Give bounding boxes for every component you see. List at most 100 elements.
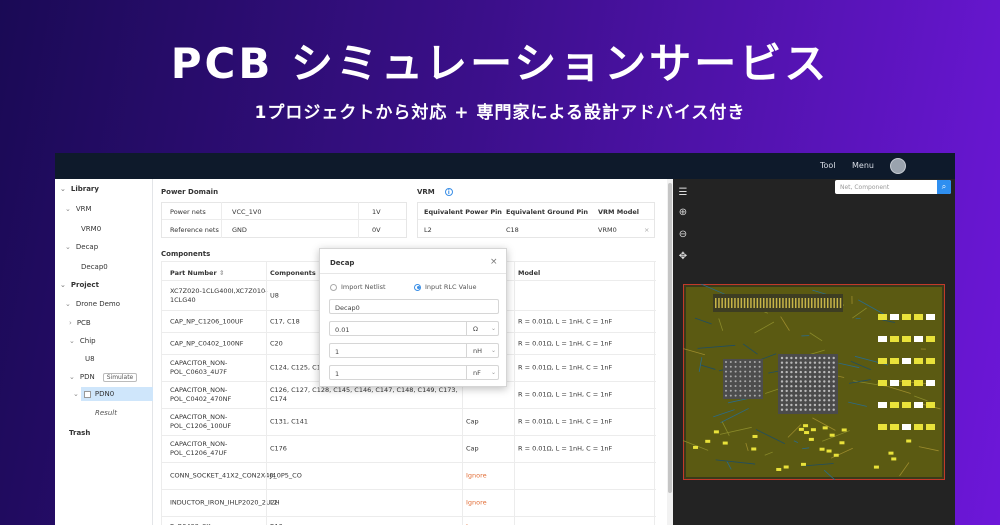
model-cell: R = 0.01Ω, L = 1nH, C = 1nF <box>518 390 613 399</box>
chevron-down-icon: ⌄ <box>73 390 79 398</box>
vrm-header-model: VRM Model <box>598 208 639 216</box>
capacitance-input[interactable]: 1 nF ⌄ <box>329 365 499 380</box>
vrm-title: VRM i <box>417 188 453 196</box>
tree-u8[interactable]: U8 <box>85 355 95 363</box>
part-number-cell: CONN_SOCKET_41X2_CON2X40_0P5_CO <box>170 471 302 480</box>
power-nets-value[interactable]: VCC_1V0 <box>232 208 262 216</box>
chevron-down-icon: ⌄ <box>491 325 497 332</box>
tree-library[interactable]: ⌄ Library <box>60 185 99 193</box>
type-cell: Cap <box>466 444 479 453</box>
model-cell: R = 0.01Ω, L = 1nH, C = 1nF <box>518 417 613 426</box>
chevron-down-icon: ⌄ <box>65 243 71 251</box>
model-header: Model <box>518 269 541 277</box>
pan-icon[interactable]: ✥ <box>677 251 689 263</box>
part-number-cell: XC7Z020-1CLG400I,XC7Z010-1CLG40 <box>170 286 268 304</box>
vrm-header-ground: Equivalent Ground Pin <box>506 208 589 216</box>
chevron-down-icon: ⌄ <box>60 281 66 289</box>
scroll-thumb[interactable] <box>668 183 672 493</box>
tree-trash[interactable]: Trash <box>69 429 90 437</box>
info-icon[interactable]: i <box>444 188 453 196</box>
main-menu[interactable]: Menu <box>852 161 874 170</box>
part-number-header[interactable]: Part Number ⇕ <box>170 269 268 277</box>
app-window: Tool Menu ⌄ Library ⌄ VRM VRM0 ⌄ Decap Deca… <box>55 153 955 525</box>
table-row[interactable]: CONN_SOCKET_41X2_CON2X40_0P5_CO J4 Ignore <box>162 463 656 490</box>
simulate-button[interactable]: Simulate <box>102 373 138 382</box>
hero-title: PCB シミュレーションサービス <box>170 39 830 88</box>
part-number-cell: CAPACITOR_NON-POL_C0603_4U7F <box>170 359 228 376</box>
vrm-ground-pin[interactable]: C18 <box>506 226 519 234</box>
pdn0-checkbox[interactable] <box>83 390 91 398</box>
decap-name-input[interactable]: Decap0 <box>329 299 499 314</box>
menu-icon[interactable]: ☰ <box>677 187 689 199</box>
hero-subtitle: 1プロジェクトから対応 + 専門家による設計アドバイス付き <box>254 103 746 123</box>
reference-nets-voltage[interactable]: 0V <box>372 226 381 234</box>
power-domain-table: Power nets VCC_1V0 1V Reference nets GND… <box>161 202 407 238</box>
chevron-down-icon: ⌄ <box>491 347 497 354</box>
tree-project[interactable]: ⌄ Project <box>60 281 99 289</box>
power-nets-label: Power nets <box>170 208 206 216</box>
model-cell: R = 0.01Ω, L = 1nH, C = 1nF <box>518 339 613 347</box>
search-icon[interactable]: ⌕ <box>937 180 951 194</box>
vrm-model[interactable]: VRM0 <box>598 226 617 234</box>
tree-vrm[interactable]: ⌄ VRM <box>65 205 92 213</box>
resistance-input[interactable]: 0.01 Ω ⌄ <box>329 321 499 336</box>
power-nets-voltage[interactable]: 1V <box>372 208 381 216</box>
resistance-unit-select[interactable]: Ω ⌄ <box>466 322 499 335</box>
vrm-header-row: Equivalent Power Pin Equivalent Ground P… <box>418 203 654 220</box>
decap-dialog: Decap × Import Netlist Input RLC Value D… <box>319 248 507 387</box>
tree-result[interactable]: Result <box>95 409 117 417</box>
power-domain-title: Power Domain <box>161 188 219 196</box>
inductance-input[interactable]: 1 nH ⌄ <box>329 343 499 358</box>
table-row[interactable]: INDUCTOR_IRON_IHLP2020_2U2H L2 Ignore <box>162 490 656 517</box>
pcb-layout-image[interactable] <box>683 284 945 480</box>
dialog-title: Decap <box>330 259 355 267</box>
vrm-row: L2 C18 VRM0 × <box>418 221 654 238</box>
part-number-cell: CAP_NP_C0402_100NF <box>170 339 244 347</box>
tree-pdn0[interactable]: ⌄ PDN0 <box>73 390 114 398</box>
table-row[interactable]: R_R0402_3KR10Ignore <box>162 517 656 525</box>
tree-pdn[interactable]: ⌄ PDN Simulate <box>69 373 138 382</box>
power-nets-row: Power nets VCC_1V0 1V <box>162 203 406 220</box>
inductance-unit-select[interactable]: nH ⌄ <box>466 344 499 357</box>
chevron-down-icon: ⌄ <box>60 185 66 193</box>
part-number-cell: INDUCTOR_IRON_IHLP2020_2U2H <box>170 498 280 507</box>
tree-drone-demo[interactable]: ⌄ Drone Demo <box>65 300 120 308</box>
part-number-cell: CAPACITOR_NON-POL_C0402_470NF <box>170 386 232 403</box>
tool-menu[interactable]: Tool <box>820 161 836 170</box>
components-cell: J4 <box>270 471 277 480</box>
tree-vrm0[interactable]: VRM0 <box>81 225 101 233</box>
vrm-header-power: Equivalent Power Pin <box>424 208 502 216</box>
table-row[interactable]: CAPACITOR_NON-POL_C1206_100UF C131, C141 C… <box>162 409 656 436</box>
chevron-down-icon: ⌄ <box>69 337 75 345</box>
part-number-cell: CAPACITOR_NON-POL_C1206_47UF <box>170 440 228 457</box>
model-cell: R = 0.01Ω, L = 1nH, C = 1nF <box>518 363 613 372</box>
components-cell: C131, C141 <box>270 417 309 426</box>
reference-nets-label: Reference nets <box>170 226 219 234</box>
close-icon[interactable]: × <box>490 257 498 267</box>
vrm-power-pin[interactable]: L2 <box>424 226 432 234</box>
components-cell: C176 <box>270 444 287 453</box>
zoom-in-icon[interactable]: ⊕ <box>677 207 689 219</box>
remove-vrm-icon[interactable]: × <box>644 226 649 234</box>
reference-nets-row: Reference nets GND 0V <box>162 221 406 238</box>
zoom-out-icon[interactable]: ⊖ <box>677 229 689 241</box>
part-number-cell: CAP_NP_C1206_100UF <box>170 317 244 325</box>
type-cell: Ignore <box>466 498 487 507</box>
chevron-down-icon: ⌄ <box>491 369 497 376</box>
tree-pcb[interactable]: › PCB <box>69 319 91 327</box>
net-search-input[interactable]: Net, Component ⌕ <box>835 180 951 194</box>
tree-decap[interactable]: ⌄ Decap <box>65 243 98 251</box>
type-cell: Cap <box>466 417 479 426</box>
model-cell: R = 0.01Ω, L = 1nH, C = 1nF <box>518 444 613 453</box>
reference-nets-value[interactable]: GND <box>232 226 247 234</box>
tree-chip[interactable]: ⌄ Chip <box>69 337 96 345</box>
components-cell: C126, C127, C128, C145, C146, C147, C148… <box>270 386 458 403</box>
radio-import-netlist[interactable]: Import Netlist <box>330 283 386 291</box>
radio-input-rlc[interactable]: Input RLC Value <box>414 283 477 291</box>
pcb-viewer: ☰ ⊕ ⊖ ✥ Net, Component ⌕ <box>673 179 955 525</box>
avatar[interactable] <box>890 158 906 174</box>
type-cell: Ignore <box>466 471 487 480</box>
table-row[interactable]: CAPACITOR_NON-POL_C1206_47UF C176 Cap R = 0… <box>162 436 656 463</box>
capacitance-unit-select[interactable]: nF ⌄ <box>466 366 499 379</box>
tree-decap0[interactable]: Decap0 <box>81 263 108 271</box>
